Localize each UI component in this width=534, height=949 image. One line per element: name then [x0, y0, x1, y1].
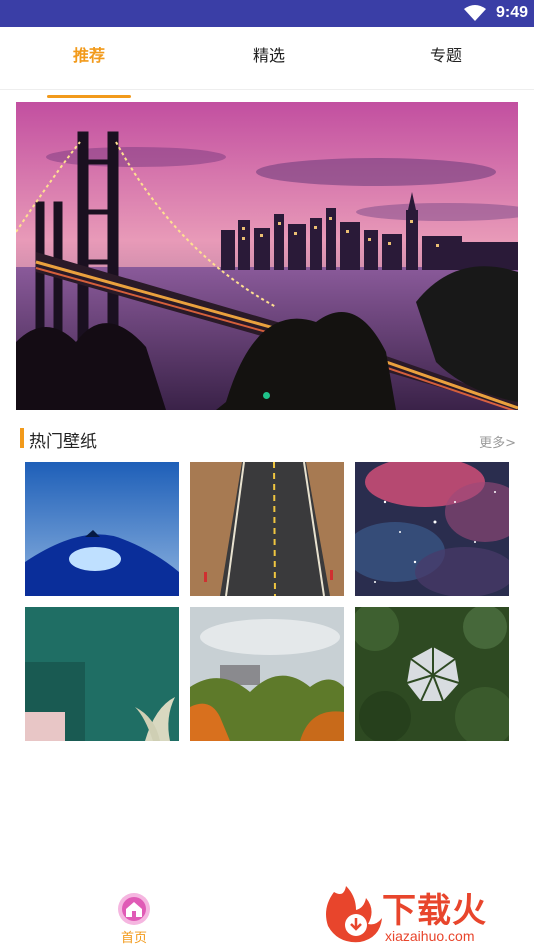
wallpaper-thumb-nebula[interactable]	[355, 462, 509, 596]
nav-home-label[interactable]: 首页	[110, 927, 158, 946]
banner-carousel[interactable]	[16, 102, 518, 410]
wallpaper-thumb-forest[interactable]	[355, 607, 509, 741]
wallpaper-thumb-road[interactable]	[190, 462, 344, 596]
wallpaper-thumb-tent[interactable]	[25, 462, 179, 596]
road-image	[190, 462, 344, 596]
home-icon[interactable]	[117, 892, 151, 926]
status-bar: 9:49	[0, 0, 534, 27]
forest-image	[355, 607, 509, 741]
wallpaper-thumb-green-room[interactable]	[25, 607, 179, 741]
tab-recommend[interactable]: 推荐	[29, 42, 149, 72]
wallpaper-thumb-autumn[interactable]	[190, 607, 344, 741]
watermark-text: 下载火	[382, 891, 487, 931]
autumn-image	[190, 607, 344, 741]
status-time: 9:49	[495, 4, 528, 21]
tent-image	[25, 462, 179, 596]
carousel-indicator-dot	[263, 392, 270, 399]
tab-featured[interactable]: 精选	[209, 42, 329, 72]
banner-image	[16, 102, 518, 410]
more-link[interactable]: 更多>	[470, 432, 516, 451]
section-accent-bar	[20, 428, 24, 448]
green-room-image	[25, 607, 179, 741]
active-tab-indicator	[47, 95, 131, 98]
tab-topics[interactable]: 专题	[386, 42, 506, 72]
watermark-url: xiazaihuo.com	[385, 928, 475, 944]
section-title: 热门壁纸	[29, 432, 97, 452]
wifi-icon	[464, 5, 486, 21]
top-tabs: 推荐 精选 专题	[0, 27, 534, 98]
nebula-image	[355, 462, 509, 596]
